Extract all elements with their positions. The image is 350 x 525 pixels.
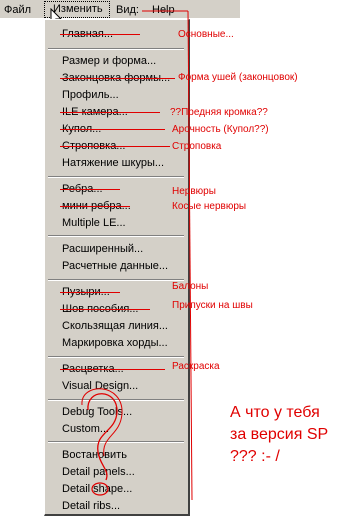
- annotation-drawing: [81, 10, 193, 501]
